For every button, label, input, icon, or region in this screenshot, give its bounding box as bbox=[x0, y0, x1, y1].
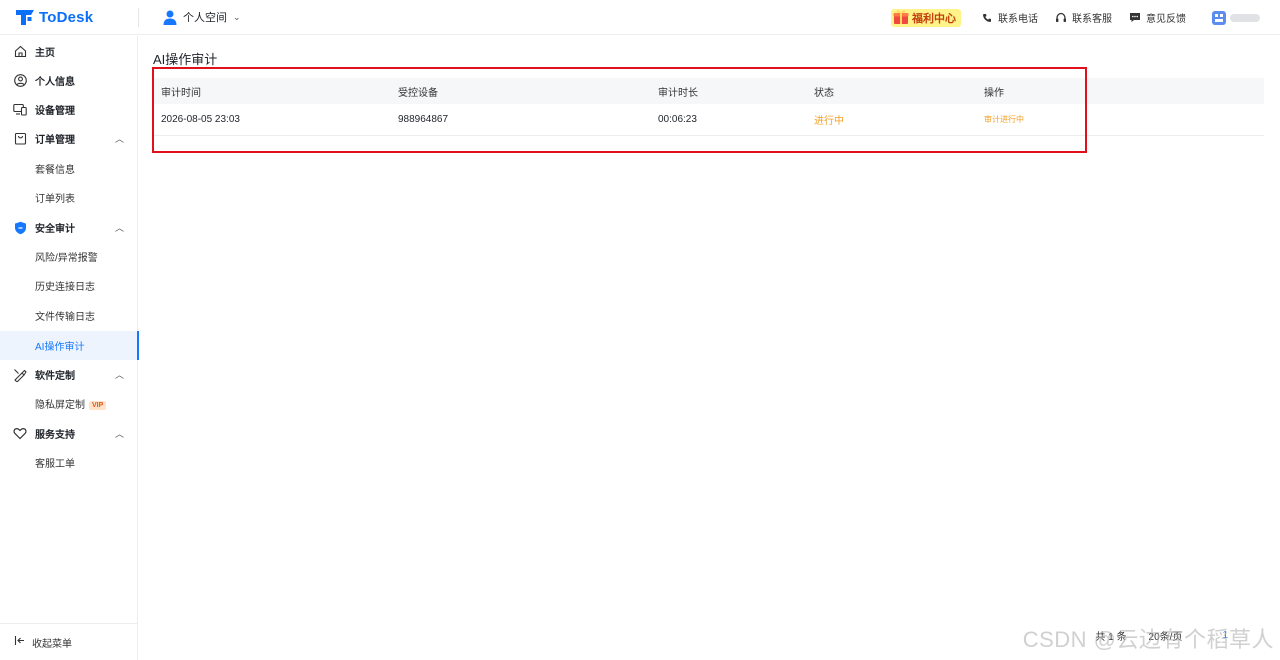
collapse-label: 收起菜单 bbox=[32, 638, 72, 650]
sidebar-item-ai-audit[interactable]: AI操作审计 bbox=[0, 331, 139, 360]
sidebar-item-label: 客服工单 bbox=[35, 459, 75, 470]
sidebar-item-custom[interactable]: 软件定制 ︿ bbox=[0, 360, 138, 389]
contact-phone-label: 联系电话 bbox=[998, 14, 1038, 25]
privacy-screen-label: 隐私屏定制 bbox=[35, 400, 85, 411]
pagination: 共 1 条 20条/页 1 bbox=[1095, 628, 1228, 643]
collapse-icon bbox=[14, 635, 25, 649]
chevron-down-icon: ⌄ bbox=[233, 11, 241, 22]
pagination-total: 共 1 条 bbox=[1095, 632, 1127, 643]
chevron-up-icon: ︿ bbox=[114, 429, 124, 439]
workspace-label: 个人空间 bbox=[183, 12, 227, 24]
heart-hands-icon bbox=[13, 427, 27, 441]
home-icon bbox=[13, 45, 27, 59]
sidebar-item-order-list[interactable]: 订单列表 bbox=[0, 183, 138, 212]
chevron-up-icon: ︿ bbox=[114, 223, 124, 233]
phone-icon bbox=[981, 12, 993, 24]
sidebar-item-label: 软件定制 bbox=[35, 371, 75, 382]
benefit-center-button[interactable]: 福利中心 bbox=[891, 8, 961, 27]
sidebar-item-security[interactable]: 安全审计 ︿ bbox=[0, 213, 138, 242]
contact-service-label: 联系客服 bbox=[1072, 14, 1112, 25]
headset-icon bbox=[1055, 12, 1067, 24]
sidebar-item-label: 安全审计 bbox=[35, 224, 75, 235]
sidebar-item-label: 订单管理 bbox=[35, 135, 75, 146]
todesk-logo-icon bbox=[15, 8, 35, 26]
sidebar-item-label: 套餐信息 bbox=[35, 165, 75, 176]
highlight-annotation-box bbox=[152, 67, 1087, 153]
page-number-current[interactable]: 1 bbox=[1222, 630, 1228, 641]
todesk-logo[interactable]: ToDesk bbox=[15, 8, 93, 26]
sidebar-item-label: 历史连接日志 bbox=[35, 282, 95, 293]
page-title: AI操作审计 bbox=[153, 52, 218, 67]
user-circle-icon bbox=[13, 74, 27, 88]
message-icon bbox=[1129, 12, 1141, 24]
bag-icon bbox=[13, 132, 27, 146]
sidebar-item-label: 隐私屏定制 VIP bbox=[35, 396, 107, 411]
sidebar-item-devices[interactable]: 设备管理 bbox=[0, 95, 138, 124]
page-size-select[interactable]: 20条/页 bbox=[1149, 628, 1183, 643]
username-blurred bbox=[1230, 13, 1260, 22]
benefit-label: 福利中心 bbox=[912, 12, 956, 25]
sidebar-item-home[interactable]: 主页 bbox=[0, 37, 138, 66]
sidebar-item-label: 个人信息 bbox=[35, 77, 75, 88]
sidebar-item-label: 服务支持 bbox=[35, 430, 75, 441]
sidebar-item-label: 文件传输日志 bbox=[35, 312, 95, 323]
top-bar: ToDesk 个人空间 ⌄ 福利中心 联系电话 联系客服 意见反馈 bbox=[0, 0, 1280, 35]
feedback-link[interactable]: 意见反馈 bbox=[1129, 10, 1186, 25]
sidebar-item-support[interactable]: 服务支持 ︿ bbox=[0, 419, 138, 448]
sidebar-item-plan-info[interactable]: 套餐信息 bbox=[0, 154, 138, 183]
workspace-selector[interactable]: 个人空间 ⌄ bbox=[163, 9, 241, 25]
sidebar-item-connection-log[interactable]: 历史连接日志 bbox=[0, 271, 138, 300]
paint-tools-icon bbox=[13, 368, 27, 382]
sidebar-item-label: 风险/异常报警 bbox=[35, 253, 98, 264]
sidebar-item-label: 主页 bbox=[35, 48, 55, 59]
feedback-label: 意见反馈 bbox=[1146, 14, 1186, 25]
sidebar-item-label: 设备管理 bbox=[35, 106, 75, 117]
sidebar: 主页 个人信息 设备管理 订单管理 ︿ 套餐信息 订单列表 安全审计 ︿ 风险/… bbox=[0, 36, 139, 660]
shield-icon bbox=[13, 221, 27, 235]
chevron-up-icon: ︿ bbox=[114, 134, 124, 144]
vip-badge: VIP bbox=[89, 400, 107, 410]
sidebar-item-label: 订单列表 bbox=[35, 194, 75, 205]
sidebar-item-file-transfer-log[interactable]: 文件传输日志 bbox=[0, 301, 138, 330]
user-avatar-menu[interactable] bbox=[1211, 10, 1260, 26]
user-icon bbox=[163, 10, 177, 25]
sidebar-item-risk-alerts[interactable]: 风险/异常报警 bbox=[0, 242, 138, 271]
chevron-up-icon: ︿ bbox=[114, 370, 124, 380]
sidebar-item-tickets[interactable]: 客服工单 bbox=[0, 448, 138, 477]
contact-phone-link[interactable]: 联系电话 bbox=[981, 10, 1038, 25]
contact-service-link[interactable]: 联系客服 bbox=[1055, 10, 1112, 25]
sidebar-item-label: AI操作审计 bbox=[35, 342, 85, 353]
logo-text: ToDesk bbox=[39, 8, 94, 26]
top-divider bbox=[138, 8, 139, 27]
collapse-menu-button[interactable]: 收起菜单 bbox=[0, 623, 138, 660]
sidebar-item-privacy-screen[interactable]: 隐私屏定制 VIP bbox=[0, 389, 138, 418]
device-icon bbox=[13, 103, 27, 117]
sidebar-item-orders[interactable]: 订单管理 ︿ bbox=[0, 124, 138, 153]
avatar-icon bbox=[1211, 10, 1227, 26]
gift-icon bbox=[893, 9, 909, 25]
sidebar-item-profile[interactable]: 个人信息 bbox=[0, 66, 138, 95]
